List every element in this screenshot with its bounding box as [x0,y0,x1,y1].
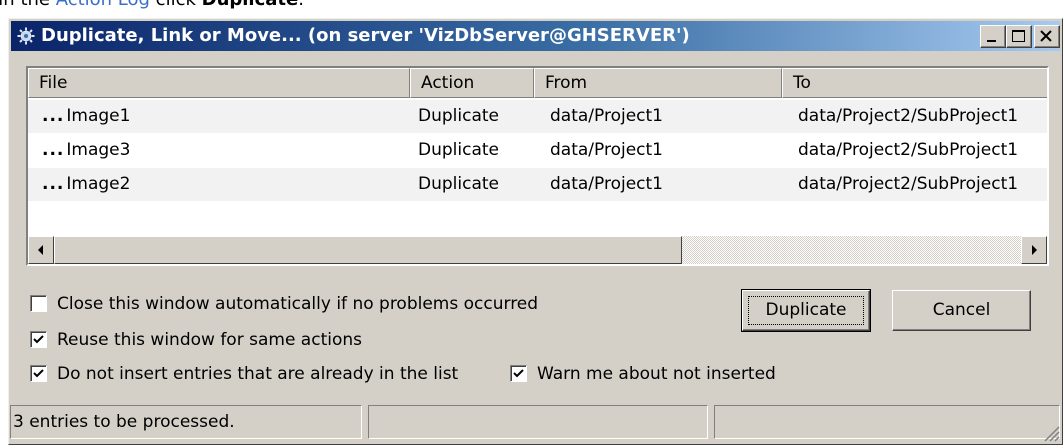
status-message: 3 entries to be processed. [10,405,362,439]
horizontal-scrollbar[interactable] [28,236,1047,264]
minimize-button[interactable] [980,25,1006,48]
reuse-window-label: Reuse this window for same actions [57,330,362,350]
table-row[interactable]: ... Image1 Duplicate data/Project1 data/P… [28,100,1047,133]
column-header-from[interactable]: From [534,68,782,98]
tree-dots: ... [42,174,65,194]
to-cell: data/Project2/SubProject1 [798,174,1019,194]
scroll-thumb[interactable] [54,236,682,264]
warn-not-inserted-label: Warn me about not inserted [537,364,776,384]
instruction-middle: click [150,0,202,10]
arrow-left-icon [38,245,43,255]
to-cell: data/Project2/SubProject1 [798,140,1019,160]
cancel-button[interactable]: Cancel [892,290,1031,331]
instruction-bold: Duplicate [202,0,299,10]
warn-not-inserted-checkbox[interactable] [510,365,527,382]
checkmark-icon [33,335,44,344]
resize-grip-icon[interactable] [1042,424,1060,442]
title-bar[interactable]: Duplicate, Link or Move... (on server 'V… [11,21,1060,51]
maximize-icon [1012,30,1025,42]
scroll-right-button[interactable] [1021,236,1047,264]
close-automatically-checkbox[interactable] [30,295,47,312]
from-cell: data/Project1 [550,106,663,126]
arrow-right-icon [1032,245,1037,255]
duplicate-dialog: Duplicate, Link or Move... (on server 'V… [8,18,1063,445]
no-insert-existing-label: Do not insert entries that are already i… [57,364,459,384]
file-list[interactable]: File Action From To ... Image1 Duplicate … [26,66,1049,266]
maximize-button[interactable] [1006,25,1032,48]
column-header-file[interactable]: File [28,68,410,98]
status-panel-2 [368,405,708,439]
status-panel-3 [714,405,1060,439]
table-row[interactable]: ... Image2 Duplicate data/Project1 data/P… [28,168,1047,201]
gear-icon [17,27,35,45]
from-cell: data/Project1 [550,174,663,194]
instruction-prefix: In the [0,0,56,10]
tree-dots: ... [42,140,65,160]
duplicate-button[interactable]: Duplicate [741,289,871,332]
list-header: File Action From To [28,68,1047,98]
from-cell: data/Project1 [550,140,663,160]
column-header-to[interactable]: To [782,68,1047,98]
checkmark-icon [513,369,524,378]
cancel-button-label: Cancel [932,300,991,320]
status-bar: 3 entries to be processed. [9,401,1062,444]
focus-rectangle [748,296,864,325]
scroll-left-button[interactable] [28,236,54,264]
file-name: Image2 [66,174,131,194]
file-cell: ... Image3 [42,134,130,167]
minimize-icon [987,40,996,42]
no-insert-existing-checkbox[interactable] [30,365,47,382]
tree-dots: ... [42,106,65,126]
file-cell: ... Image2 [42,168,130,201]
reuse-window-checkbox[interactable] [30,331,47,348]
close-button[interactable] [1034,25,1060,48]
column-header-action[interactable]: Action [410,68,534,98]
to-cell: data/Project2/SubProject1 [798,106,1019,126]
close-automatically-label: Close this window automatically if no pr… [57,294,539,314]
dialog-title: Duplicate, Link or Move... (on server 'V… [41,25,690,46]
file-cell: ... Image1 [42,100,130,133]
scroll-track[interactable] [682,236,1021,264]
instruction-suffix: . [298,0,304,10]
checkmark-icon [33,369,44,378]
close-icon [1040,30,1052,42]
action-cell: Duplicate [418,106,499,126]
file-name: Image3 [66,140,131,160]
action-cell: Duplicate [418,174,499,194]
action-log-link[interactable]: Action Log [56,0,150,10]
table-row[interactable]: ... Image3 Duplicate data/Project1 data/P… [28,134,1047,167]
instruction-text: In the Action Log click Duplicate. [0,0,304,12]
action-cell: Duplicate [418,140,499,160]
file-name: Image1 [66,106,131,126]
